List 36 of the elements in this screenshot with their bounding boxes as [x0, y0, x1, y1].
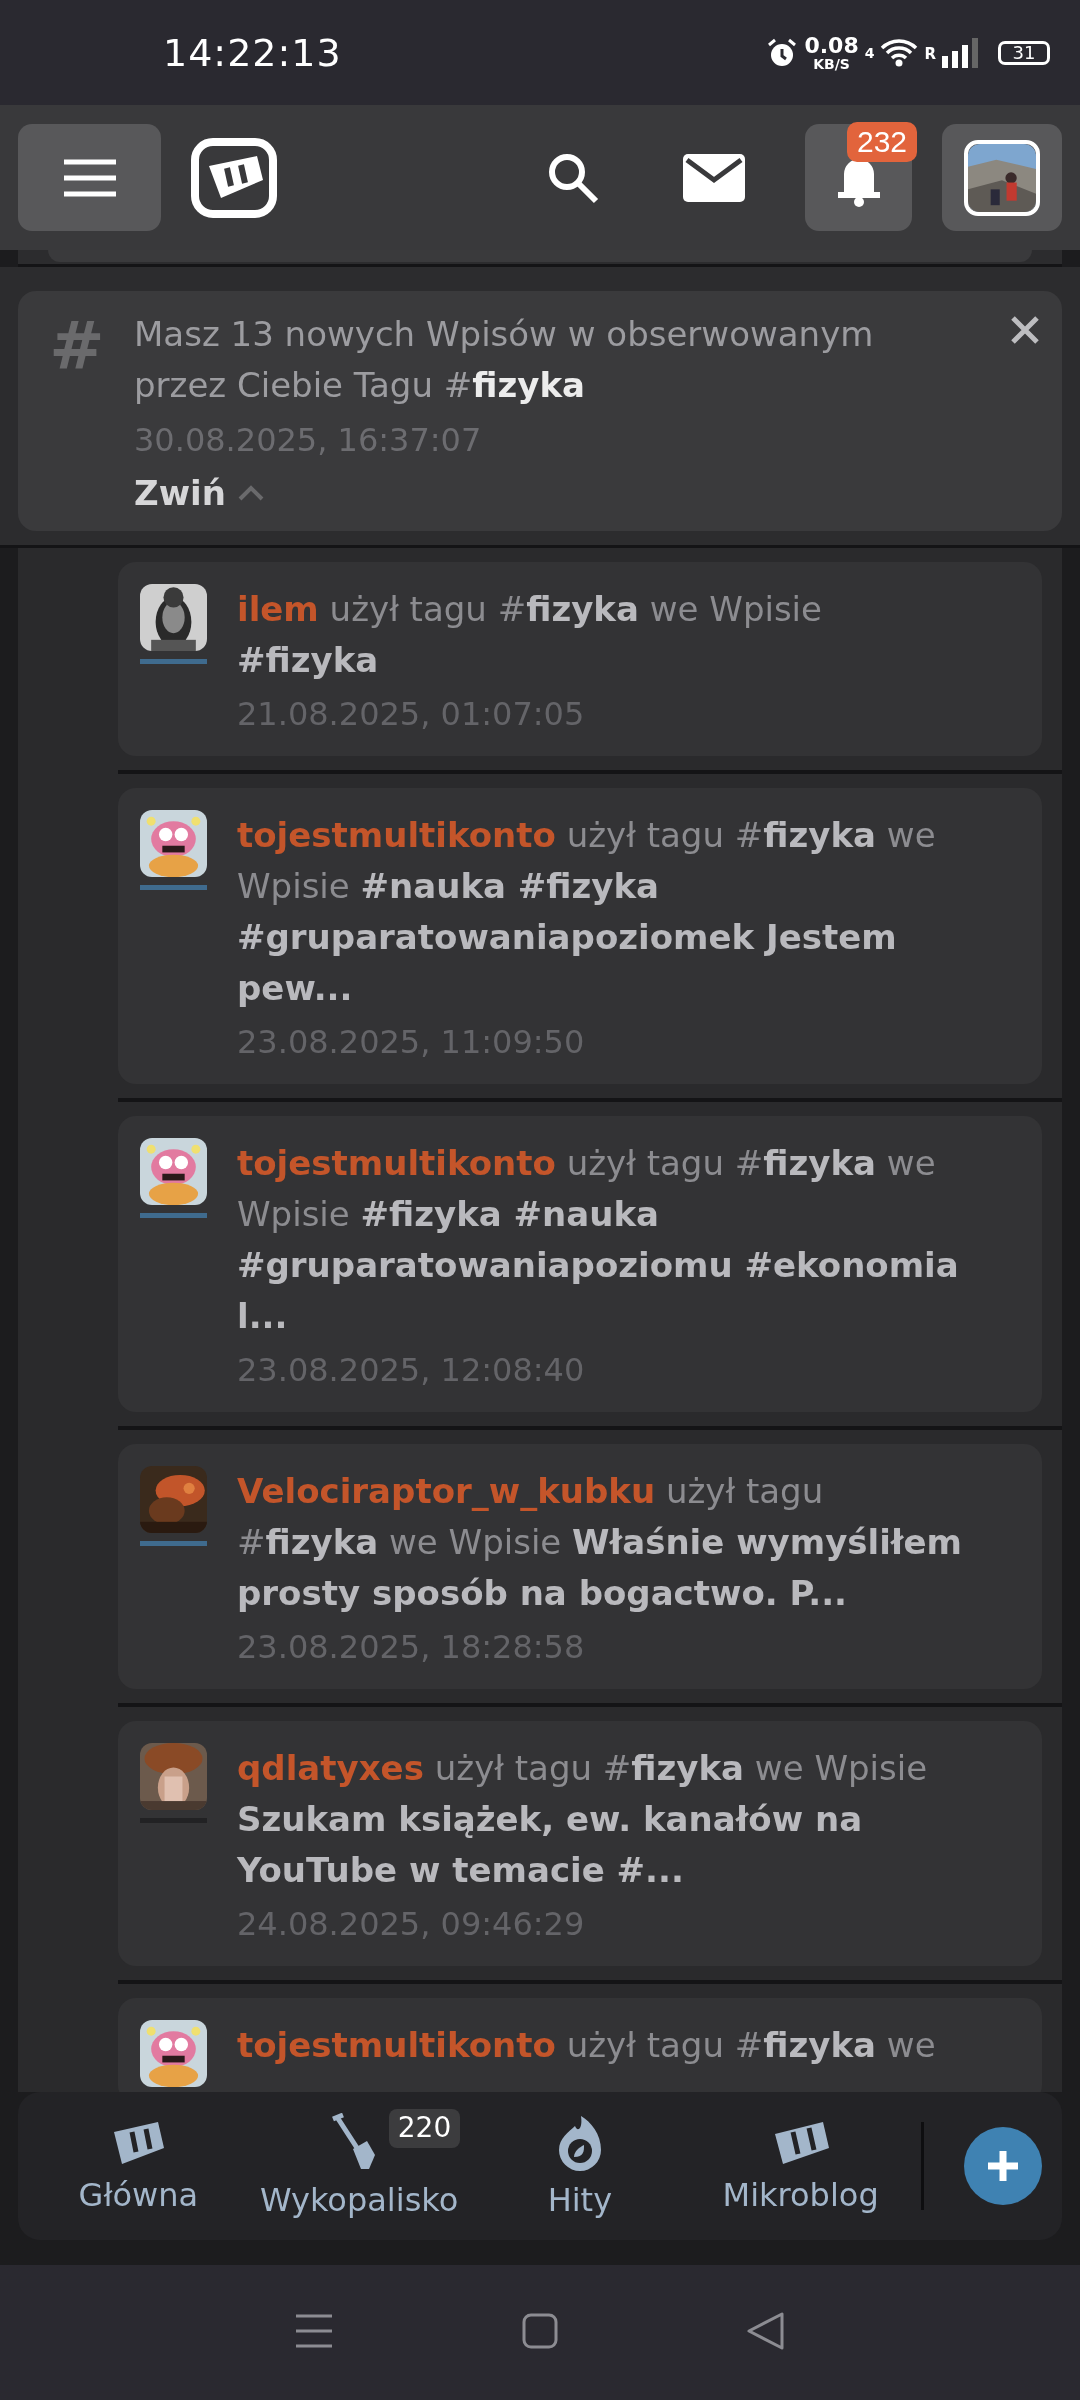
logo-icon: [191, 137, 277, 218]
nav-tab[interactable]: Mikroblog: [690, 2118, 911, 2214]
envelope-icon: [683, 153, 745, 202]
plus-icon: [986, 2149, 1020, 2183]
hashtag-icon: #: [46, 313, 108, 513]
entry-text: tojestmultikonto użył tagu #fizyka we Wpisie #nauka #fizyka #gruparatowaniapoziomek Jestem pew...: [237, 814, 937, 1010]
roaming-label: R: [924, 44, 936, 63]
entry-text: tojestmultikonto użył tagu #fizyka we Wpisie #fizyka #nauka #gruparatowaniapoziomu #ekonomia l...: [237, 1142, 960, 1338]
entry-text: ilem użył tagu #fizyka we Wpisie #fizyka: [237, 588, 823, 682]
menu-icon: [294, 2313, 333, 2349]
entry-text: Velociraptor_w_kubku użył tagu #fizyka we Wpisie Właśnie wymyśliłem prosty sposób na bogactwo. P...: [237, 1470, 963, 1615]
menu-icon: [61, 157, 118, 198]
messages-button[interactable]: [683, 153, 745, 202]
menu-button[interactable]: [18, 124, 161, 231]
collapse-button[interactable]: Zwiń: [134, 473, 264, 513]
clock-time: 14:22:13: [163, 30, 342, 75]
triangle-icon: [747, 2312, 786, 2350]
nav-tab[interactable]: Hity: [469, 2113, 691, 2219]
chevron-up-icon: [237, 485, 264, 501]
square-icon: [522, 2313, 558, 2349]
battery-level: 31: [998, 40, 1050, 65]
home-button[interactable]: [522, 2313, 558, 2352]
notification-count-badge: 232: [847, 122, 918, 162]
network-speed: 0.08 KB/S: [804, 34, 859, 71]
entry-text: tojestmultikonto użył tagu #fizyka we: [237, 2024, 937, 2067]
close-icon: [1010, 315, 1040, 345]
alarm-clock-icon: [766, 36, 799, 69]
count-badge: 220: [388, 2109, 461, 2148]
wifi-icon: [880, 37, 919, 68]
network-type: 4: [864, 44, 875, 61]
notice-text: Masz 13 nowych Wpisów w obserwowanym przez Ciebie Tagu #fizyka: [134, 313, 875, 407]
profile-button[interactable]: [942, 124, 1062, 231]
entry-text: qdlatyxes użył tagu #fizyka we Wpisie Szukam książek, ew. kanałów na YouTube w temacie #...: [237, 1747, 929, 1892]
nav-tab[interactable]: Główna: [28, 2118, 249, 2214]
entry-card[interactable]: tojestmultikonto użył tagu #fizyka we: [118, 1998, 1042, 2092]
logo-button[interactable]: [191, 137, 277, 218]
